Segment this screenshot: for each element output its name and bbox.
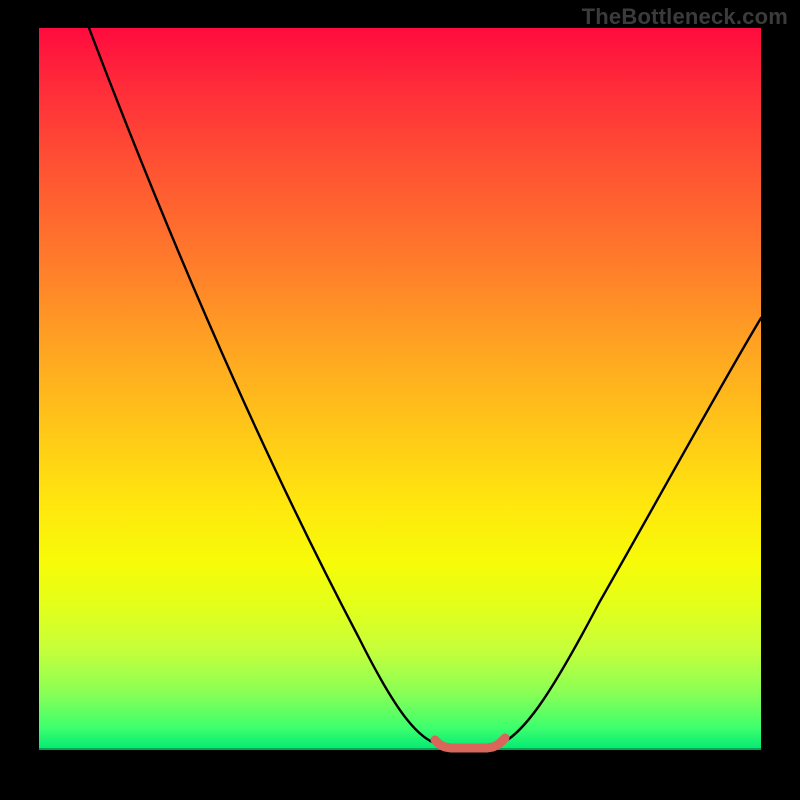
bottleneck-curve-svg: [39, 28, 761, 750]
bottleneck-curve-main: [89, 28, 761, 748]
chart-frame: TheBottleneck.com: [0, 0, 800, 800]
valley-highlight: [435, 738, 505, 748]
plot-area: [39, 28, 761, 750]
watermark-text: TheBottleneck.com: [582, 4, 788, 30]
